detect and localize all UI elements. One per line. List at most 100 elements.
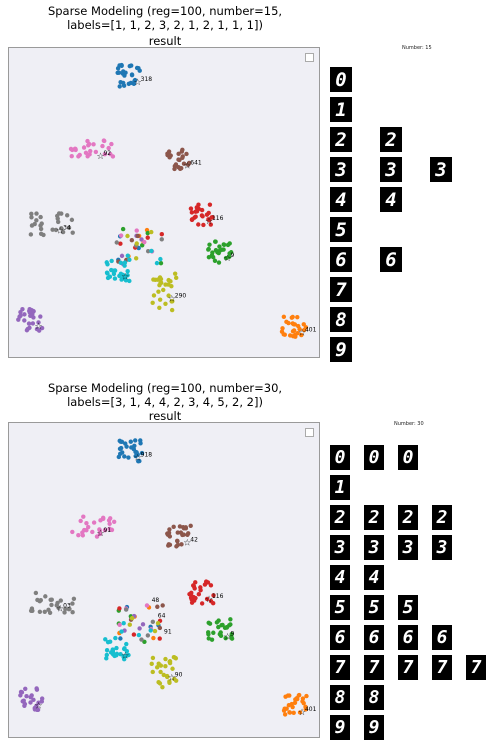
scatter-point [29,223,35,228]
scatter-point [158,260,164,266]
scatter-point [170,666,175,671]
scatter-point [129,445,134,450]
scatter-point [148,628,153,633]
scatter-point [224,624,229,630]
scatter-point [71,596,77,601]
scatter-point [142,239,147,245]
scatter-point [118,260,123,266]
scatter-point [125,253,131,258]
scatter-point [206,630,211,635]
scatter-point [23,686,28,691]
point-label: 34 [63,224,71,231]
scatter-point [176,151,181,157]
scatter-point [118,636,123,641]
scatter-point [108,516,113,521]
scatter-point [24,693,29,699]
scatter-point [160,685,165,690]
digit-image-7: 7 [364,655,384,680]
scatter-point [282,332,287,337]
scatter-point [228,622,233,627]
scatter-point [174,544,179,549]
scatter-point [76,532,81,538]
scatter-point [218,630,223,635]
scatter-point [194,209,200,214]
scatter-point [20,306,25,312]
scatter-point [70,529,75,535]
scatter-point [81,514,86,519]
scatter-point [70,609,75,615]
digit-image-7: 7 [398,655,418,680]
scatter-point [199,213,205,218]
scatter-point [69,153,74,159]
scatter-point [18,689,24,695]
scatter-point [70,601,75,606]
point-label: 48 [152,597,160,604]
scatter-point [150,655,156,661]
digit-image-8: 8 [364,685,384,710]
scatter-point [208,583,214,588]
digit-image-3: 3 [398,535,418,560]
digit-image-2: 2 [432,505,452,530]
point-label: 401 [305,706,317,713]
scatter-point [158,669,163,675]
scatter-point [159,232,165,237]
scatter-point [122,73,127,78]
scatter-point [37,609,43,614]
scatter-point [114,240,119,245]
scatter-point [165,532,171,537]
scatter-point [133,256,139,261]
scatter-point [188,206,194,211]
scatter-point [76,154,81,159]
scatter-point [69,217,75,223]
point-label: 91 [103,527,111,534]
scatter-point [98,518,103,523]
plot-subtitle-2: result [148,409,182,423]
scatter-point [111,519,117,524]
scatter-point [49,602,54,608]
scatter-point [216,618,221,623]
scatter-point [217,244,222,249]
digit-image-4: 4 [330,187,352,212]
scatter-point [119,629,124,634]
scatter-point [169,284,174,289]
scatter-point [169,307,175,313]
scatter-point [84,528,89,533]
digit-image-4: 4 [330,565,350,590]
scatter-point [16,317,21,322]
scatter-point [163,663,168,669]
scatter-point [206,254,212,260]
scatter-point [188,523,193,529]
scatter-point [129,238,135,243]
scatter-point [113,635,118,641]
star-marker: ☆ [121,651,129,661]
scatter-point [29,211,34,217]
point-label: 290 [175,292,187,299]
scatter-point [151,277,156,282]
scatter-point [55,213,60,219]
scatter-point [145,235,150,240]
scatter-point [83,150,89,155]
scatter-point [157,297,163,302]
digit-image-2: 2 [330,505,350,530]
scatter-point [158,256,163,262]
scatter-point [159,237,164,242]
scatter-point [304,693,309,699]
scatter-point [207,621,213,626]
scatter-point [157,625,163,631]
scatter-point [140,622,146,627]
scatter-point [185,532,190,538]
scatter-point [296,693,301,698]
scatter-point [18,313,23,318]
scatter-point [149,661,154,667]
scatter-point [117,84,122,89]
scatter-point [189,210,195,215]
scatter-point [128,439,133,444]
scatter-point [125,233,130,239]
scatter-point [134,241,139,246]
digit-image-7: 7 [330,277,352,302]
scatter-point [157,275,163,280]
scatter-point [59,211,64,216]
scatter-point [150,619,156,625]
scatter-point [136,632,142,638]
digit-image-6: 6 [330,247,352,272]
